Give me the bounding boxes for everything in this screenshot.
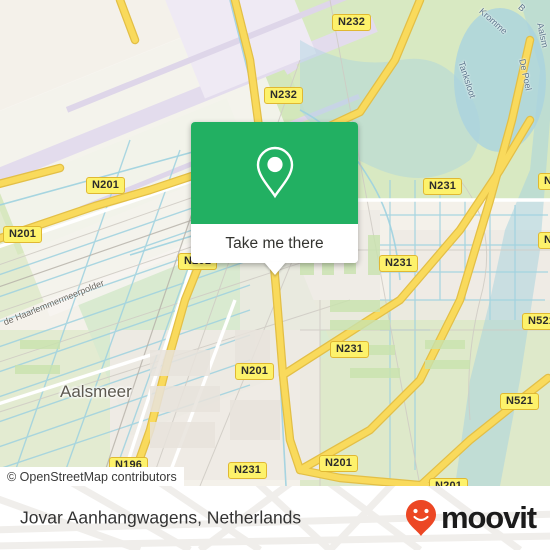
location-title: Jovar Aanhangwagens, Netherlands — [20, 507, 302, 528]
moovit-wordmark: moovit — [440, 500, 537, 535]
place-label-aalsmeer: Aalsmeer — [60, 382, 132, 401]
road-shield: N201 — [86, 177, 126, 194]
card-action-area[interactable]: Take me there — [191, 224, 358, 263]
road-shield: N — [538, 232, 550, 249]
map-attribution: © OpenStreetMap contributors — [0, 467, 184, 486]
road-shield: N201 — [429, 478, 469, 486]
road-shield: N201 — [235, 363, 275, 380]
road-shield: N521 — [500, 393, 540, 410]
road-shield: N232 — [332, 14, 372, 31]
road-shield: N231 — [379, 255, 419, 272]
map-page: N232 N232 N201 N201 N231 N201 N231 N521 … — [0, 0, 550, 550]
road-shield: N232 — [264, 87, 304, 104]
map-pin-icon — [256, 146, 293, 199]
card-pointer-tail — [264, 262, 286, 275]
road-shield: N231 — [330, 341, 370, 358]
attribution-text: © OpenStreetMap contributors — [7, 469, 177, 484]
card-icon-area — [191, 122, 358, 224]
moovit-brand[interactable]: moovit — [404, 499, 537, 537]
road-shield: N231 — [423, 178, 463, 195]
road-shield: N201 — [319, 455, 359, 472]
take-me-there-card[interactable]: Take me there — [191, 122, 358, 263]
road-shield: N521 — [522, 313, 550, 330]
road-shield: N231 — [228, 462, 268, 479]
road-shield: N — [538, 173, 550, 190]
page-footer: Jovar Aanhangwagens, Netherlands moovit — [0, 486, 550, 550]
moovit-smiley-pin-icon — [405, 500, 436, 536]
road-shield: N201 — [3, 226, 43, 243]
map-canvas[interactable]: N232 N232 N201 N201 N231 N201 N231 N521 … — [0, 0, 550, 486]
take-me-there-label: Take me there — [225, 234, 324, 252]
